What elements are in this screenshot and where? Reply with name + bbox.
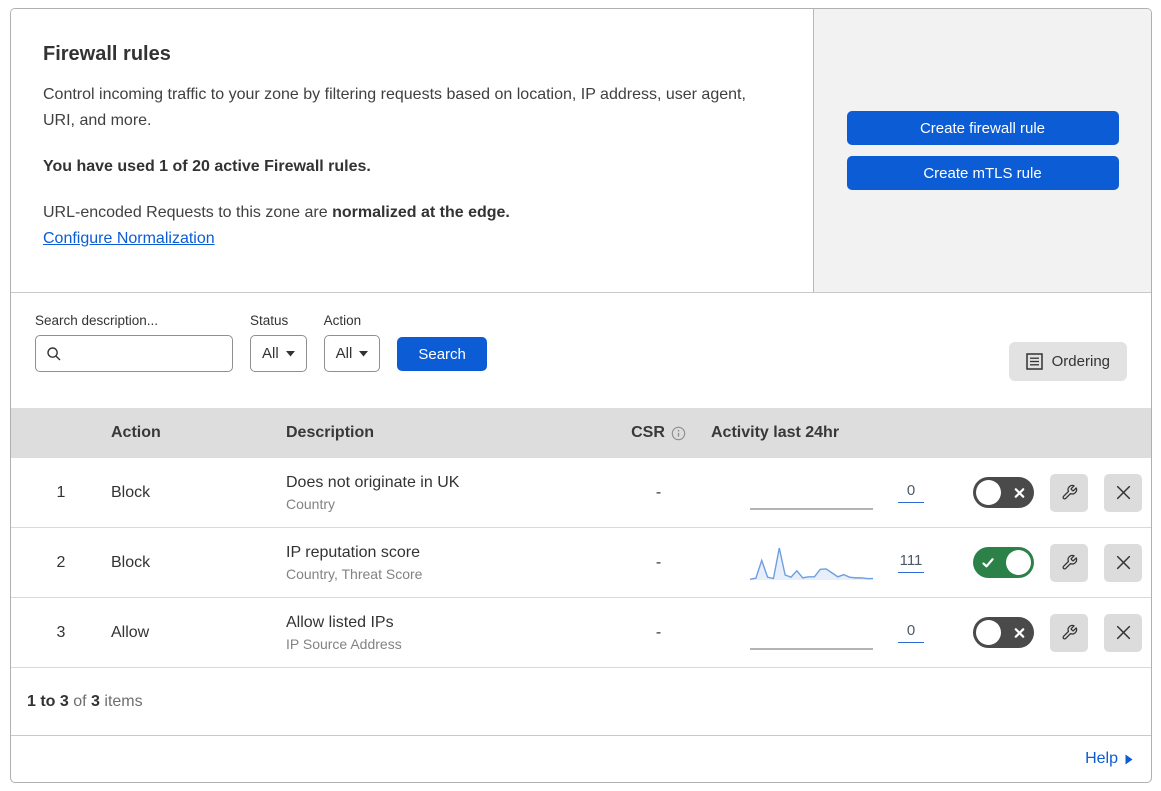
info-icon[interactable] [671,426,686,441]
items-of: of [73,692,87,710]
normalization-notice: URL-encoded Requests to this zone are no… [43,204,769,222]
activity-sparkline [749,613,874,653]
wrench-icon [1061,624,1078,641]
action-label: Action [323,313,362,328]
rule-csr-value: - [655,553,662,571]
search-button[interactable]: Search [397,337,487,371]
create-mtls-rule-button[interactable]: Create mTLS rule [846,156,1119,190]
rule-description: Allow listed IPs [286,613,394,631]
rule-controls [973,543,1151,582]
rule-enabled-toggle[interactable] [973,617,1034,648]
toggle-knob [976,620,1001,645]
rule-activity-cell: 0 [711,613,973,653]
status-select[interactable]: All [250,335,307,372]
rule-enabled-toggle[interactable] [973,477,1034,508]
action-select-value: All [335,345,353,362]
cta-panel: Create firewall rule Create mTLS rule [813,9,1151,292]
help-link-label: Help [1085,750,1118,767]
rule-action: Block [111,483,151,501]
delete-rule-button[interactable] [1104,473,1142,512]
table-header: Action Description CSR Activity last 24h… [11,408,1151,458]
column-header-action: Action [111,424,161,441]
activity-sparkline [749,473,874,513]
wrench-icon [1061,554,1078,571]
activity-count-link[interactable]: 111 [898,552,924,573]
activity-sparkline [749,543,874,583]
page-title: Firewall rules [43,43,171,65]
normalization-text: URL-encoded Requests to this zone are [43,203,333,221]
rule-action: Allow [111,623,150,641]
rule-enabled-toggle[interactable] [973,547,1034,578]
items-word: items [104,692,143,710]
rule-activity-cell: 0 [711,473,973,513]
close-icon [1115,624,1132,641]
rule-fields: Country, Threat Score [286,565,423,582]
search-input[interactable] [35,335,233,372]
edit-rule-button[interactable] [1050,473,1088,512]
close-icon [1115,554,1132,571]
rule-description-cell: Does not originate in UK Country [286,474,606,512]
close-icon [1115,484,1132,501]
chevron-down-icon [285,350,295,357]
filter-section: Search description... Status All Action … [11,293,1151,408]
action-select[interactable]: All [323,335,381,372]
rule-description: IP reputation score [286,543,421,561]
rule-description: Does not originate in UK [286,473,460,491]
rule-priority: 1 [56,483,66,501]
activity-count-link[interactable]: 0 [898,622,924,643]
rule-activity-cell: 111 [711,543,973,583]
rule-fields: IP Source Address [286,635,402,652]
rule-csr-value: - [655,483,662,501]
create-firewall-rule-button[interactable]: Create firewall rule [846,111,1119,145]
delete-rule-button[interactable] [1104,613,1142,652]
rule-fields: Country [286,495,336,512]
column-header-description: Description [286,424,375,441]
pagination-summary: 1 to 3 of 3 items [11,668,1151,736]
rule-csr-value: - [655,623,662,641]
firewall-rules-page: Firewall rules Control incoming traffic … [10,8,1152,783]
column-header-csr: CSR [606,424,711,442]
csr-header-label: CSR [631,424,665,441]
intro-card: Firewall rules Control incoming traffic … [11,9,813,292]
status-label: Status [250,313,289,328]
rule-controls [973,473,1151,512]
table-row: 2 Block IP reputation score Country, Thr… [11,528,1151,598]
search-icon [46,346,62,362]
page-description: Control incoming traffic to your zone by… [43,86,746,129]
help-footer: Help [11,736,1151,782]
check-icon [982,557,994,568]
items-total: 3 [91,692,100,710]
ordering-list-icon [1025,353,1043,370]
chevron-down-icon [359,350,369,357]
wrench-icon [1061,484,1078,501]
rule-action: Block [111,553,151,571]
table-row: 1 Block Does not originate in UK Country… [11,458,1151,528]
ordering-button-label: Ordering [1051,353,1110,370]
rule-priority: 3 [56,623,66,641]
usage-notice: You have used 1 of 20 active Firewall ru… [43,157,371,175]
normalization-bold-text: normalized at the edge. [332,203,510,221]
cross-icon [1014,487,1025,498]
edit-rule-button[interactable] [1050,613,1088,652]
top-section: Firewall rules Control incoming traffic … [11,9,1151,293]
items-range: 1 to 3 [27,692,69,710]
table-row: 3 Allow Allow listed IPs IP Source Addre… [11,598,1151,668]
toggle-knob [1006,550,1031,575]
toggle-knob [976,480,1001,505]
status-select-value: All [262,345,279,362]
rule-description-cell: IP reputation score Country, Threat Scor… [286,544,606,582]
edit-rule-button[interactable] [1050,543,1088,582]
configure-normalization-link[interactable]: Configure Normalization [43,230,215,248]
cross-icon [1014,627,1025,638]
ordering-button[interactable]: Ordering [1008,342,1127,381]
delete-rule-button[interactable] [1104,543,1142,582]
rule-priority: 2 [56,553,66,571]
column-header-activity: Activity last 24hr [711,424,840,441]
rule-controls [973,613,1151,652]
rule-description-cell: Allow listed IPs IP Source Address [286,614,606,652]
search-label: Search description... [35,313,159,328]
arrow-right-icon [1125,754,1133,765]
help-link[interactable]: Help [1085,750,1133,768]
activity-count-link[interactable]: 0 [898,482,924,503]
